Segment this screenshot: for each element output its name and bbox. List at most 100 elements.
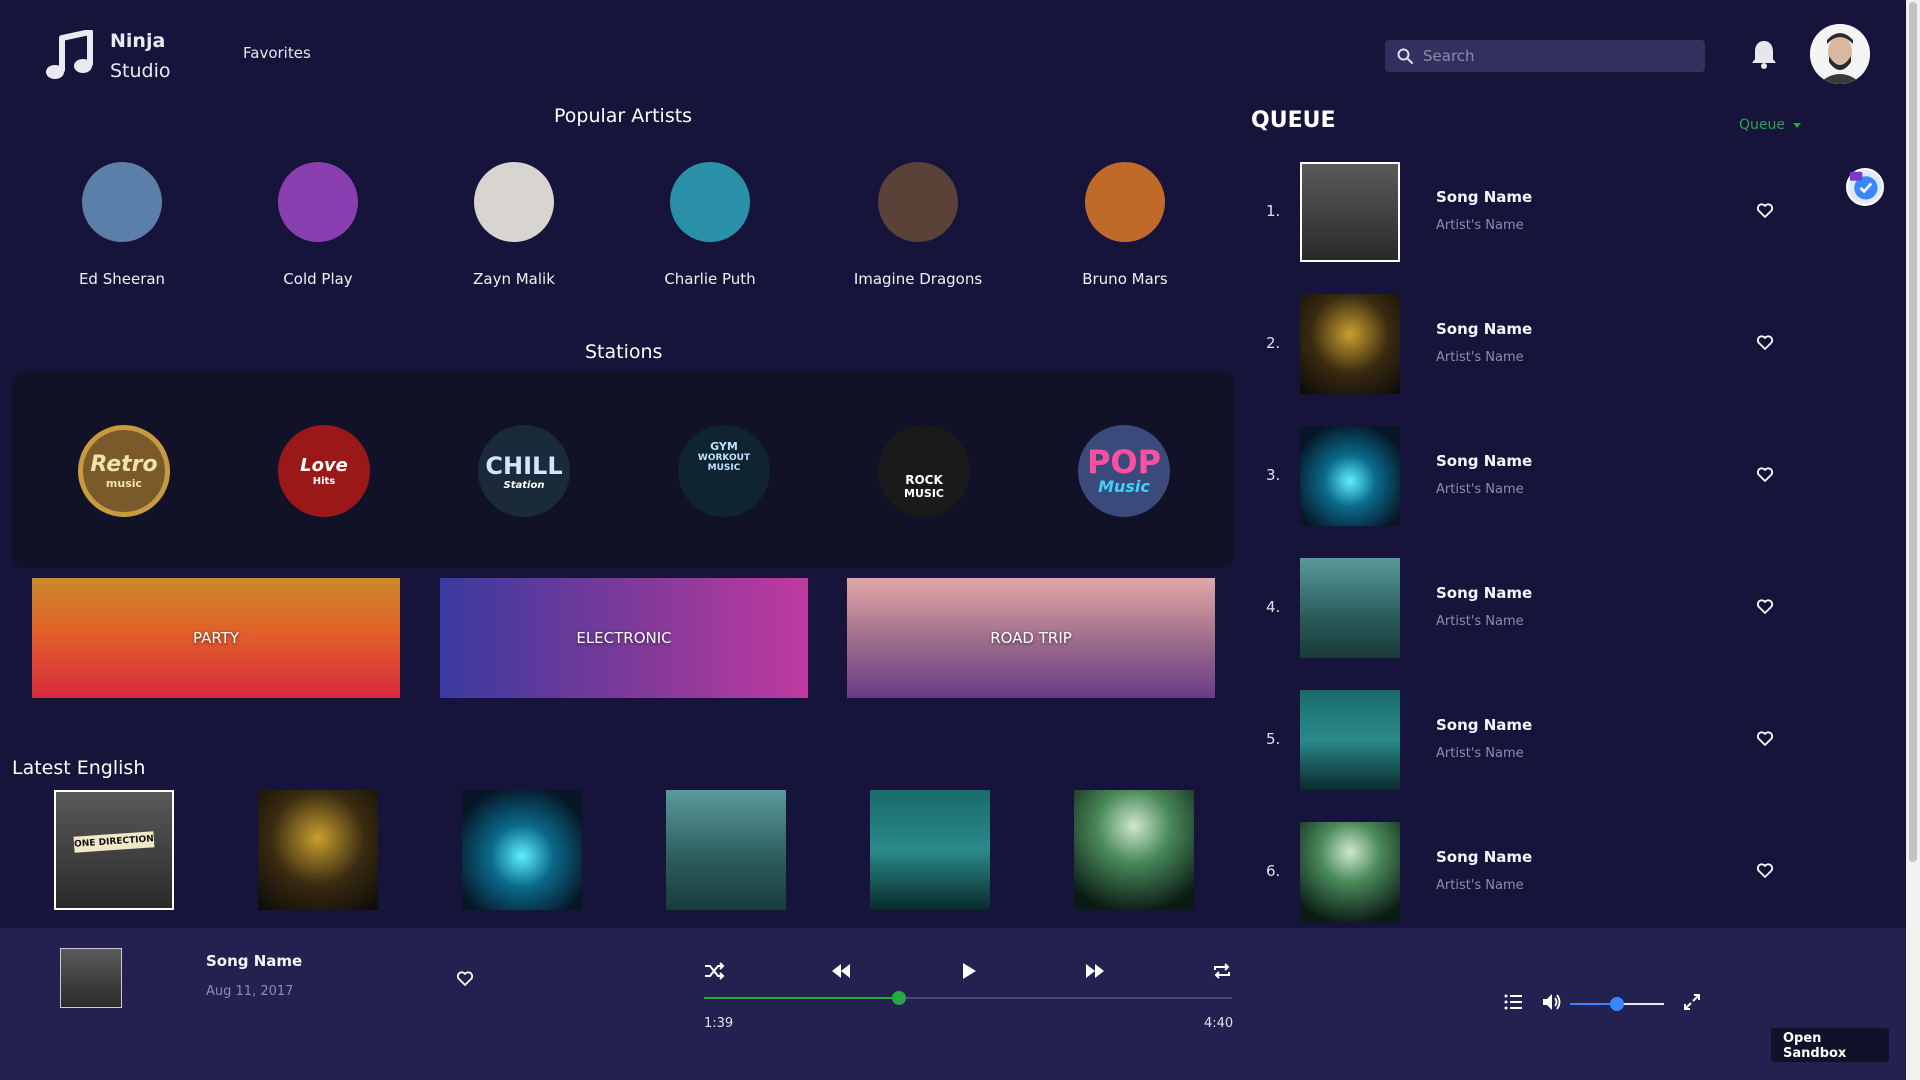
latest-album-card[interactable]: [462, 790, 582, 910]
queue-list-icon[interactable]: [1503, 992, 1523, 1012]
logo-line1: Ninja: [110, 30, 166, 52]
popular-artists-title: Popular Artists: [554, 105, 693, 127]
queue-item-cover: [1300, 162, 1400, 262]
queue-item-number: 1.: [1266, 202, 1281, 220]
open-sandbox-button[interactable]: Open Sandbox: [1771, 1028, 1889, 1062]
stations-panel: Retro music Love Hits CHILL Station GYM WORK…: [12, 372, 1234, 568]
station-rock-music[interactable]: ROCK MUSIC: [878, 425, 970, 517]
scrollbar-thumb[interactable]: [1909, 2, 1917, 862]
artist-card[interactable]: Bruno Mars: [1045, 162, 1205, 288]
latest-english-title: Latest English: [12, 757, 146, 779]
queue-item-cover: [1300, 294, 1400, 394]
queue-item-number: 5.: [1266, 730, 1281, 748]
genre-banner-electronic[interactable]: ELECTRONIC: [440, 578, 808, 698]
queue-item-number: 3.: [1266, 466, 1281, 484]
volume-knob[interactable]: [1610, 997, 1624, 1011]
artist-photo: [670, 162, 750, 242]
artist-name: Zayn Malik: [473, 270, 555, 288]
station-label: POP: [1086, 442, 1162, 481]
latest-album-card[interactable]: [1074, 790, 1194, 910]
queue-dropdown-label: Queue: [1739, 117, 1785, 133]
latest-album-card[interactable]: [666, 790, 786, 910]
queue-item[interactable]: 1. Song Name Artist's Name: [1260, 162, 1780, 262]
nav-favorites-link[interactable]: Favorites: [243, 44, 311, 62]
station-label: GYM: [710, 439, 738, 453]
queue-item[interactable]: 5. Song Name Artist's Name: [1260, 690, 1780, 790]
genre-banner-party[interactable]: PARTY: [32, 578, 400, 698]
fast-forward-icon[interactable]: [1084, 960, 1106, 982]
progress-bar[interactable]: [704, 991, 1232, 1005]
logo-line2: Studio: [110, 60, 171, 82]
logo-text: Ninja Studio: [110, 26, 171, 86]
station-pop-music[interactable]: POP Music: [1078, 425, 1170, 517]
page-scrollbar[interactable]: [1906, 0, 1920, 1080]
heart-icon[interactable]: [1756, 202, 1774, 220]
latest-album-card[interactable]: [258, 790, 378, 910]
repeat-icon[interactable]: [1211, 960, 1233, 982]
now-playing-cover: [60, 948, 122, 1008]
total-time: 4:40: [1204, 1016, 1234, 1031]
artist-card[interactable]: Zayn Malik: [434, 162, 594, 288]
queue-item-artist: Artist's Name: [1436, 350, 1524, 365]
ai-check-icon: [1849, 171, 1878, 200]
bell-icon[interactable]: [1750, 38, 1778, 70]
artist-photo: [82, 162, 162, 242]
queue-item-number: 2.: [1266, 334, 1281, 352]
user-avatar[interactable]: [1810, 24, 1870, 84]
queue-item-number: 4.: [1266, 598, 1281, 616]
volume-slider[interactable]: [1570, 997, 1664, 1011]
queue-item-cover: [1300, 426, 1400, 526]
search-bar[interactable]: [1385, 40, 1705, 72]
station-retro[interactable]: Retro music: [78, 425, 170, 517]
artist-photo: [1085, 162, 1165, 242]
app-logo[interactable]: Ninja Studio: [44, 26, 171, 86]
station-label: Love: [300, 455, 348, 476]
queue-item[interactable]: 6. Song Name Artist's Name: [1260, 822, 1780, 922]
artist-card[interactable]: Ed Sheeran: [42, 162, 202, 288]
queue-item-song: Song Name: [1436, 848, 1533, 866]
artist-name: Ed Sheeran: [78, 270, 166, 288]
queue-item-song: Song Name: [1436, 188, 1533, 206]
genre-banner-road-trip[interactable]: ROAD TRIP: [847, 578, 1215, 698]
user-avatar-image: [1810, 24, 1870, 84]
queue-item-song: Song Name: [1436, 584, 1533, 602]
heart-icon[interactable]: [1756, 466, 1774, 484]
station-label: Retro: [90, 452, 158, 477]
station-love-hits[interactable]: Love Hits: [278, 425, 370, 517]
station-sublabel: Music: [1098, 476, 1150, 496]
station-chill[interactable]: CHILL Station: [478, 425, 570, 517]
artist-name: Imagine Dragons: [853, 270, 983, 288]
artist-card[interactable]: Charlie Puth: [630, 162, 790, 288]
search-input[interactable]: [1423, 47, 1693, 65]
station-sublabel: WORKOUT MUSIC: [697, 452, 751, 473]
volume-icon[interactable]: [1541, 992, 1563, 1012]
heart-icon[interactable]: [1756, 730, 1774, 748]
heart-icon[interactable]: [456, 970, 474, 988]
queue-dropdown[interactable]: Queue: [1739, 117, 1801, 133]
heart-icon[interactable]: [1756, 598, 1774, 616]
queue-item-song: Song Name: [1436, 716, 1533, 734]
queue-item[interactable]: 4. Song Name Artist's Name: [1260, 558, 1780, 658]
latest-album-card[interactable]: [870, 790, 990, 910]
caret-down-icon: [1793, 122, 1801, 128]
station-sublabel: MUSIC: [904, 486, 944, 500]
now-playing-date: Aug 11, 2017: [206, 984, 294, 999]
rewind-icon[interactable]: [830, 960, 852, 982]
station-sublabel: Hits: [312, 476, 336, 487]
queue-item[interactable]: 2. Song Name Artist's Name: [1260, 294, 1780, 394]
player-bar: Song Name Aug 11, 2017 1:39 4:40: [0, 928, 1906, 1080]
artist-card[interactable]: Imagine Dragons: [838, 162, 998, 288]
ai-assistant-badge[interactable]: [1846, 168, 1884, 206]
search-icon: [1397, 48, 1413, 64]
queue-title: QUEUE: [1251, 108, 1336, 133]
station-gym-workout[interactable]: GYM WORKOUT MUSIC: [678, 425, 770, 517]
queue-item[interactable]: 3. Song Name Artist's Name: [1260, 426, 1780, 526]
play-icon[interactable]: [957, 960, 979, 982]
artist-card[interactable]: Cold Play: [238, 162, 398, 288]
heart-icon[interactable]: [1756, 334, 1774, 352]
progress-knob[interactable]: [892, 991, 907, 1005]
latest-album-card[interactable]: ONE DIRECTION: [54, 790, 174, 910]
expand-icon[interactable]: [1683, 993, 1701, 1011]
heart-icon[interactable]: [1756, 862, 1774, 880]
shuffle-icon[interactable]: [703, 960, 725, 982]
